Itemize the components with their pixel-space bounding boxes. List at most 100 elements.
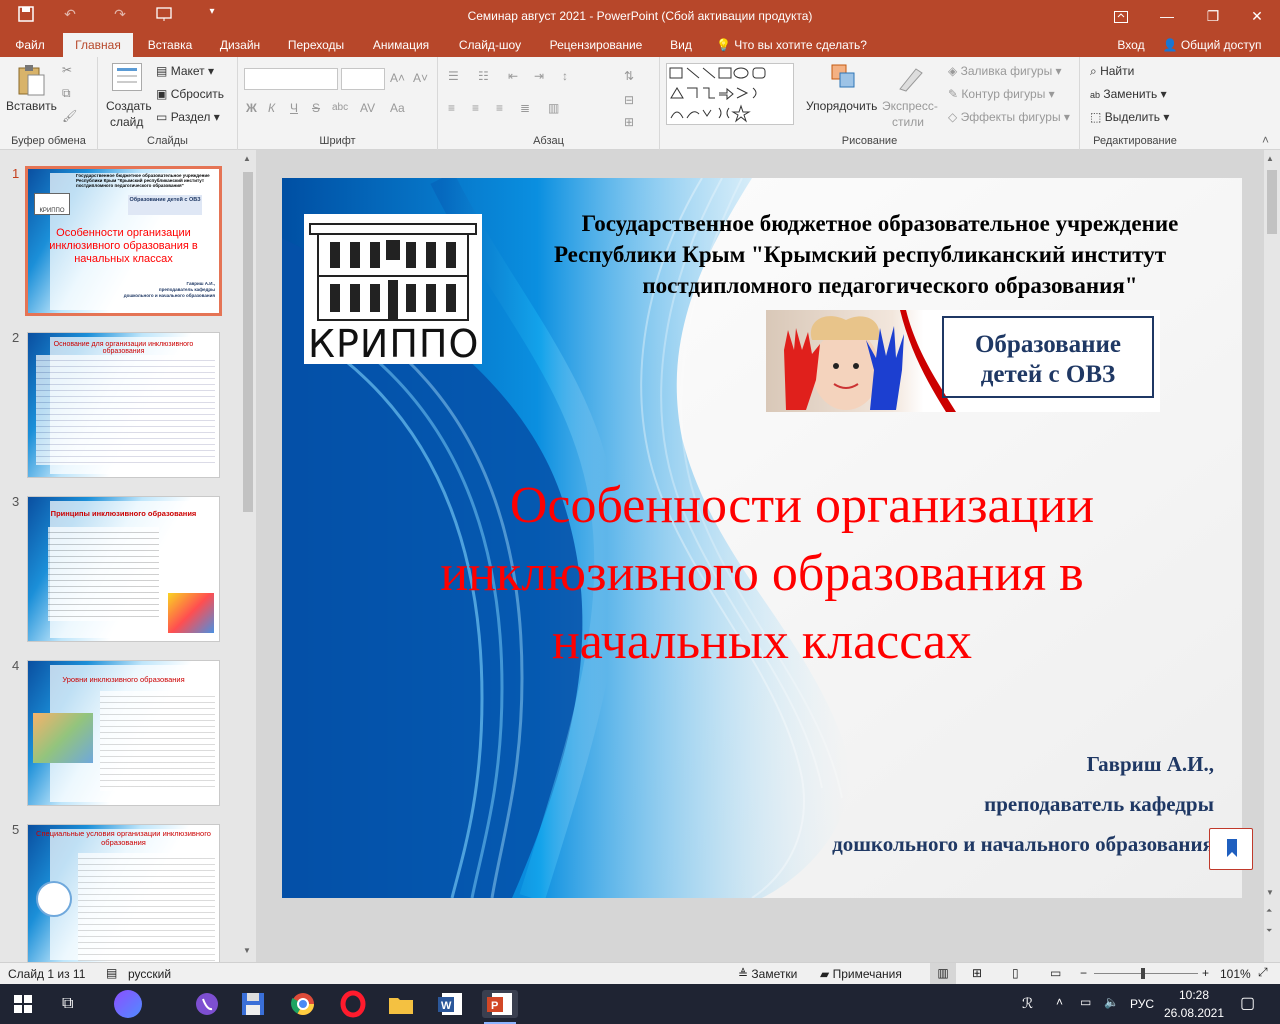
decrease-font-icon[interactable]: A˅: [413, 71, 428, 85]
zoom-slider-handle[interactable]: [1141, 968, 1145, 979]
opera-icon[interactable]: [338, 990, 368, 1018]
zoom-out-button[interactable]: −: [1080, 966, 1087, 980]
slide-thumbnail-5[interactable]: Специальные условия организации инклюзив…: [27, 824, 220, 964]
slide-title[interactable]: Особенности организации инклюзивного обр…: [282, 472, 1242, 676]
font-name-box[interactable]: [244, 68, 338, 90]
floppy-app-icon[interactable]: [238, 990, 268, 1018]
slide-thumbnail-4[interactable]: Уровни инклюзивного образования: [27, 660, 220, 806]
align-left-icon[interactable]: ≡: [448, 101, 455, 115]
underline-button[interactable]: Ч: [290, 101, 298, 115]
tab-animations[interactable]: Анимация: [362, 33, 440, 57]
char-spacing-button[interactable]: AV: [360, 101, 375, 115]
reading-view-icon[interactable]: ▯: [1012, 966, 1019, 980]
chrome-icon[interactable]: [288, 990, 318, 1018]
new-slide-icon[interactable]: [112, 63, 142, 91]
paste-icon[interactable]: [16, 63, 46, 97]
clock-time[interactable]: 10:28: [1166, 988, 1222, 1002]
justify-icon[interactable]: ≣: [520, 101, 530, 115]
increase-indent-icon[interactable]: ⇥: [534, 69, 544, 83]
columns-icon[interactable]: ▥: [548, 101, 559, 115]
task-view-icon[interactable]: ⧉: [62, 995, 73, 1013]
bold-button[interactable]: Ж: [246, 101, 257, 115]
alice-assistant-icon[interactable]: [114, 990, 142, 1018]
input-language[interactable]: РУС: [1130, 997, 1154, 1011]
collapse-ribbon-icon[interactable]: ˄: [1262, 133, 1269, 147]
tab-transitions[interactable]: Переходы: [280, 33, 352, 57]
slideshow-view-icon[interactable]: ▭: [1050, 966, 1061, 980]
windows-start-icon[interactable]: [14, 995, 32, 1016]
cut-icon[interactable]: ✂: [62, 63, 72, 77]
tab-view[interactable]: Вид: [662, 33, 700, 57]
comments-button[interactable]: ▰ Примечания: [820, 967, 902, 981]
fit-to-window-icon[interactable]: ⤢: [1258, 965, 1268, 980]
quick-styles-icon[interactable]: [896, 63, 926, 97]
signin-link[interactable]: Вход: [1110, 33, 1152, 57]
zoom-in-button[interactable]: +: [1202, 966, 1209, 980]
layout-button[interactable]: ▤ Макет ▾: [156, 64, 214, 78]
numbering-icon[interactable]: ☷: [478, 69, 489, 83]
line-spacing-icon[interactable]: ↕: [562, 69, 568, 83]
zoom-level[interactable]: 101%: [1220, 967, 1251, 981]
notes-button[interactable]: ≜ Заметки: [738, 967, 797, 981]
arrange-button[interactable]: Упорядочить: [806, 99, 877, 113]
shadow-button[interactable]: abc: [332, 102, 348, 113]
share-button[interactable]: 👤 Общий доступ: [1156, 33, 1268, 57]
section-button[interactable]: ▭ Раздел ▾: [156, 110, 220, 124]
arrange-icon[interactable]: [830, 63, 860, 97]
tab-file[interactable]: Файл: [0, 33, 60, 57]
close-button[interactable]: ✕: [1234, 0, 1280, 33]
tell-me-box[interactable]: 💡 Что вы хотите сделать?: [716, 33, 876, 57]
minimize-button[interactable]: —: [1144, 0, 1190, 33]
powerpoint-icon[interactable]: P: [482, 990, 518, 1018]
copy-icon[interactable]: ⧉: [62, 86, 71, 101]
select-button[interactable]: ⬚ Выделить ▾: [1090, 110, 1169, 124]
language-status[interactable]: русский: [128, 967, 171, 981]
volume-icon[interactable]: 🔈: [1104, 995, 1119, 1009]
new-slide-label2[interactable]: слайд: [110, 115, 143, 129]
spellcheck-icon[interactable]: ▤: [106, 966, 117, 980]
shape-effects-button[interactable]: ◇ Эффекты фигуры ▾: [948, 110, 1070, 124]
strike-button[interactable]: S: [312, 101, 320, 115]
zoom-slider[interactable]: [1094, 973, 1198, 974]
next-slide-icon[interactable]: ⏷: [1266, 926, 1272, 936]
tab-review[interactable]: Рецензирование: [540, 33, 652, 57]
format-painter-icon[interactable]: 🖌: [62, 109, 77, 123]
tab-home[interactable]: Главная: [63, 33, 133, 57]
change-case-button[interactable]: Aa: [390, 101, 405, 115]
normal-view-icon[interactable]: ▥: [930, 963, 956, 984]
bullets-icon[interactable]: ☰: [448, 69, 459, 83]
prev-slide-icon[interactable]: ⏶: [1266, 906, 1272, 916]
smartart-icon[interactable]: ⊞: [624, 115, 634, 129]
scroll-up-icon[interactable]: ▲: [243, 154, 251, 163]
people-icon[interactable]: ℛ: [1022, 995, 1033, 1012]
tray-overflow-icon[interactable]: ˄: [1056, 995, 1063, 1009]
increase-font-icon[interactable]: A˄: [390, 71, 405, 85]
ribbon-display-icon[interactable]: [1098, 0, 1144, 33]
tab-slideshow[interactable]: Слайд-шоу: [450, 33, 530, 57]
shape-outline-button[interactable]: ✎ Контур фигуры ▾: [948, 87, 1055, 101]
thumbnails-scrollbar[interactable]: ▲ ▼: [240, 150, 256, 962]
scroll-thumb[interactable]: [1267, 170, 1277, 234]
viber-icon[interactable]: [192, 990, 222, 1018]
author-block[interactable]: Гавриш А.И., преподаватель кафедры дошко…: [682, 744, 1214, 864]
decrease-indent-icon[interactable]: ⇤: [508, 69, 518, 83]
scroll-down-icon[interactable]: ▼: [1266, 888, 1274, 897]
restore-button[interactable]: ❐: [1190, 0, 1236, 33]
tab-insert[interactable]: Вставка: [140, 33, 200, 57]
slide-thumbnail-2[interactable]: Основание для организации инклюзивного о…: [27, 332, 220, 478]
quick-styles-button[interactable]: Экспресс-: [882, 99, 938, 113]
font-size-box[interactable]: [341, 68, 385, 90]
file-explorer-icon[interactable]: [386, 990, 416, 1018]
replace-button[interactable]: ab Заменить ▾: [1090, 87, 1167, 101]
align-center-icon[interactable]: ≡: [472, 101, 479, 115]
canvas-scrollbar[interactable]: ▲ ▼ ⏶ ⏷: [1264, 150, 1280, 962]
notifications-icon[interactable]: ▢: [1240, 993, 1255, 1013]
align-text-icon[interactable]: ⊟: [624, 93, 634, 107]
paste-button[interactable]: Вставить: [6, 99, 57, 113]
word-icon[interactable]: W: [436, 990, 466, 1018]
scroll-down-icon[interactable]: ▼: [243, 946, 251, 955]
text-direction-icon[interactable]: ⇅: [624, 69, 634, 83]
italic-button[interactable]: К: [268, 101, 275, 115]
tab-design[interactable]: Дизайн: [210, 33, 270, 57]
new-slide-label[interactable]: Создать: [106, 99, 152, 113]
